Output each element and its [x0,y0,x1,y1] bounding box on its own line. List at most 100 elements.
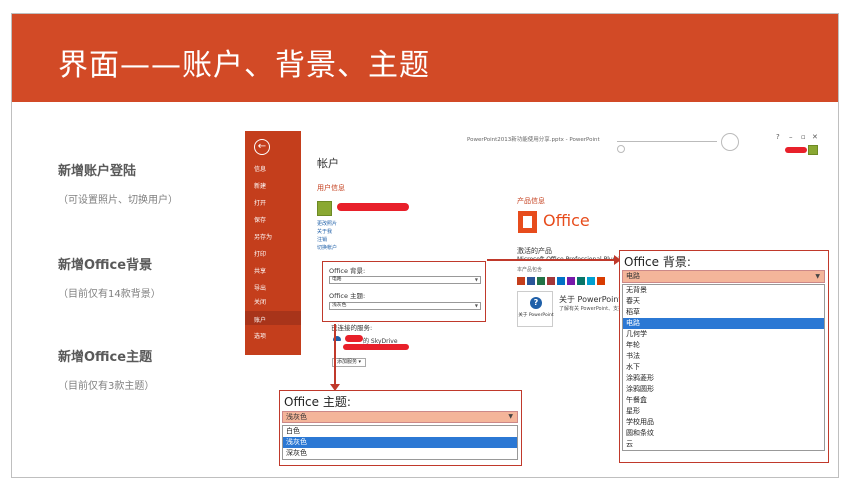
avatar[interactable] [808,145,818,155]
activated-product-label: 激活的产品 [517,247,552,255]
change-photo-link[interactable]: 更改照片 [317,220,337,227]
office-theme-value: 浅灰色 [332,303,347,308]
theme-select[interactable]: 浅灰色 ▼ [282,411,518,423]
option-item[interactable]: 云 [623,439,824,450]
about-heading: 关于 PowerPoint [559,295,622,304]
sign-out-link[interactable]: 注销 [317,236,327,243]
feature-title: 新增账户登陆 [58,164,137,179]
option-item[interactable]: 稻草 [623,307,824,318]
nav-item-share[interactable]: 共享 [254,266,266,275]
option-item[interactable]: 几何学 [623,329,824,340]
option-item[interactable]: 涂鸦菱形 [623,373,824,384]
app-icon [587,277,595,285]
connector-arrow [487,259,617,261]
option-item[interactable]: 白色 [283,426,517,437]
app-icon [527,277,535,285]
option-item[interactable]: 午餐盒 [623,395,824,406]
page-title: 帐户 [317,157,339,170]
title-bar: 界面——账户、背景、主题 [12,14,838,102]
nav-item-print[interactable]: 打印 [254,249,266,258]
chevron-down-icon: ▼ [474,277,478,282]
redacted-email [343,344,409,350]
slide-title: 界面——账户、背景、主题 [58,48,430,83]
office-bg-select[interactable]: 电路 ▼ [329,276,481,284]
connector-arrow [334,324,336,386]
nav-item-new[interactable]: 新建 [254,181,266,190]
about-button-label: 关于 PowerPoint [518,313,554,318]
slide: 界面——账户、背景、主题 新增账户登陆 （可设置照片、切换用户） 新增Offic… [11,13,839,478]
option-item-selected[interactable]: 浅灰色 [283,437,517,448]
window-title: PowerPoint2013新功能使用分享.pptx - PowerPoint [467,137,600,143]
office-options-box: Office 背景: 电路 ▼ Office 主题: 浅灰色 ▼ [322,261,486,322]
office-theme-label: Office 主题: [329,292,366,300]
app-icon [577,277,585,285]
nav-item-save-as[interactable]: 另存为 [254,232,272,241]
redacted-username [785,147,807,153]
office-bg-value: 电路 [332,277,342,282]
chevron-down-icon: ▼ [815,273,820,280]
nav-item-open[interactable]: 打开 [254,198,266,207]
close-icon[interactable]: ✕ [812,133,818,141]
office-theme-select[interactable]: 浅灰色 ▼ [329,302,481,310]
switch-account-link[interactable]: 切换帐户 [317,244,337,251]
nav-item-account[interactable]: 账户 [254,315,266,324]
dropdown-heading: Office 背景: [624,255,691,269]
option-item[interactable]: 年轮 [623,340,824,351]
feature-theme: 新增Office主题 （目前仅有3款主题） [58,346,154,392]
option-item[interactable]: 圆和条纹 [623,428,824,439]
circuit-node [721,133,739,151]
connected-services-heading: 已连接的服务: [331,324,373,332]
back-arrow-icon[interactable]: ← [254,139,270,155]
avatar[interactable] [317,201,332,216]
background-select[interactable]: 电路 ▼ [622,270,825,283]
redacted-name [337,203,409,211]
option-item[interactable]: 水下 [623,362,824,373]
option-item-selected[interactable]: 电路 [623,318,824,329]
option-item[interactable]: 涂鸦圆形 [623,384,824,395]
add-service-button[interactable]: 添加服务 ▾ [332,358,366,367]
nav-item-close[interactable]: 关闭 [254,297,266,306]
backstage-nav: ← 信息 新建 打开 保存 另存为 打印 共享 导出 关闭 账户 选项 [245,131,301,355]
option-item[interactable]: 春天 [623,296,824,307]
feature-note: （目前仅有14款背景） [58,289,161,300]
selected-value: 电路 [626,272,640,280]
option-item[interactable]: 书法 [623,351,824,362]
option-item[interactable]: 无背景 [623,285,824,296]
nav-item-save[interactable]: 保存 [254,215,266,224]
feature-background: 新增Office背景 （目前仅有14款背景） [58,254,161,300]
nav-item-info[interactable]: 信息 [254,164,266,173]
option-item[interactable]: 学校用品 [623,417,824,428]
chevron-down-icon: ▼ [508,413,513,420]
dropdown-heading: Office 主题: [284,395,351,409]
product-info-heading: 产品信息 [517,197,545,205]
restore-icon[interactable]: ▫ [801,133,806,141]
feature-note: （可设置照片、切换用户） [58,195,178,206]
app-icon [547,277,555,285]
feature-note: （目前仅有3款主题） [58,381,155,392]
user-info-heading: 用户信息 [317,184,345,192]
circuit-decoration [617,141,717,142]
product-contains: 本产品包含 [517,267,543,273]
background-dropdown: Office 背景: 电路 ▼ 无背景 春天 稻草 电路 几何学 年轮 书法 水下… [619,250,829,463]
theme-options-list: 白色 浅灰色 深灰色 [282,425,518,460]
chevron-down-icon: ▼ [474,303,478,308]
option-item[interactable]: 深灰色 [283,448,517,459]
theme-dropdown: Office 主题: 浅灰色 ▼ 白色 浅灰色 深灰色 [279,390,522,466]
option-item[interactable]: 星形 [623,406,824,417]
minimize-icon[interactable]: – [789,133,793,141]
feature-title: 新增Office主题 [58,350,153,365]
question-icon: ? [530,297,542,309]
feature-title: 新增Office背景 [58,258,153,273]
about-powerpoint-button[interactable]: ? 关于 PowerPoint [517,291,554,327]
help-icon[interactable]: ? [776,133,780,141]
redacted-account [345,335,363,342]
background-options-list: 无背景 春天 稻草 电路 几何学 年轮 书法 水下 涂鸦菱形 涂鸦圆形 午餐盒 … [622,284,825,451]
app-icon [537,277,545,285]
nav-item-options[interactable]: 选项 [254,331,266,340]
selected-value: 浅灰色 [286,413,307,421]
app-icon [557,277,565,285]
about-me-link[interactable]: 关于我 [317,228,332,235]
app-icon [597,277,605,285]
feature-account: 新增账户登陆 （可设置照片、切换用户） [58,160,178,206]
nav-item-export[interactable]: 导出 [254,283,266,292]
